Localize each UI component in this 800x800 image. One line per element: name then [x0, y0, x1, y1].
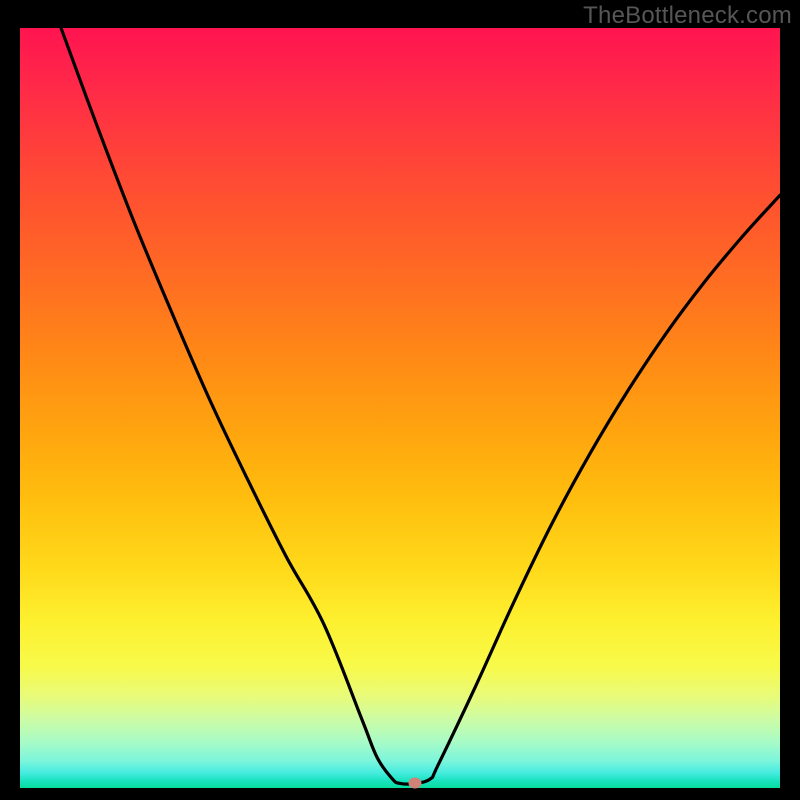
- chart-frame: TheBottleneck.com: [0, 0, 800, 800]
- plot-area: [20, 28, 780, 788]
- optimal-point-marker: [409, 778, 422, 789]
- watermark-text: TheBottleneck.com: [583, 2, 792, 30]
- bottleneck-curve: [20, 28, 780, 788]
